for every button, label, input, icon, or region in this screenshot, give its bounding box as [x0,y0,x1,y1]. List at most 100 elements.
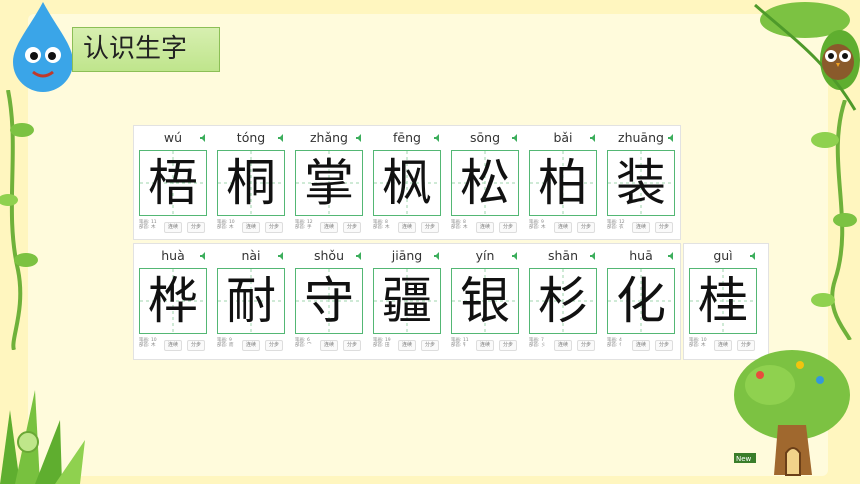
char-card[interactable]: yín 银 笔画: 11 部首: 钅 连续 分步 [446,244,524,359]
continuous-button[interactable]: 连续 [632,340,651,351]
tianzige-grid: 枫 [373,150,441,216]
step-button[interactable]: 分步 [499,340,518,351]
tianzige-grid: 柏 [529,150,597,216]
speaker-icon[interactable] [750,252,758,260]
step-button[interactable]: 分步 [265,340,284,351]
hanzi-character: 耐 [226,272,276,330]
continuous-button[interactable]: 连续 [398,222,417,233]
hanzi-character: 杉 [538,272,588,330]
continuous-button[interactable]: 连续 [476,222,495,233]
continuous-button[interactable]: 连续 [476,340,495,351]
hanzi-character: 化 [616,272,666,330]
speaker-icon[interactable] [668,252,676,260]
continuous-button[interactable]: 连续 [242,340,261,351]
tree-house-icon: New [734,350,850,476]
char-card[interactable]: bǎi 柏 笔画: 9 部首: 木 连续 分步 [524,126,602,239]
step-button[interactable]: 分步 [187,222,206,233]
char-card[interactable]: shǒu 守 笔画: 6 部首: 宀 连续 分步 [290,244,368,359]
step-button[interactable]: 分步 [265,222,284,233]
tianzige-grid: 疆 [373,268,441,334]
step-button[interactable]: 分步 [655,340,674,351]
radical: 部首: 木 [689,343,706,348]
water-drop-mascot-icon [13,2,73,92]
step-button[interactable]: 分步 [343,340,362,351]
speaker-icon[interactable] [434,252,442,260]
char-card[interactable]: huā 化 笔画: 4 部首: 亻 连续 分步 [602,244,680,359]
speaker-icon[interactable] [200,252,208,260]
character-row-2: huà 桦 笔画: 10 部首: 木 连续 分步 nài 耐 笔画: 9 部首: 而… [133,243,681,360]
continuous-button[interactable]: 连续 [242,222,261,233]
continuous-button[interactable]: 连续 [554,222,573,233]
radical: 部首: 钅 [451,343,468,348]
char-card[interactable]: sōng 松 笔画: 8 部首: 木 连续 分步 [446,126,524,239]
continuous-button[interactable]: 连续 [320,340,339,351]
hanzi-character: 柏 [538,154,588,212]
step-button[interactable]: 分步 [421,340,440,351]
radical: 部首: 木 [217,225,234,230]
hanzi-character: 桐 [226,154,276,212]
char-card[interactable]: huà 桦 笔画: 10 部首: 木 连续 分步 [134,244,212,359]
radical: 部首: 木 [139,343,156,348]
tianzige-grid: 桦 [139,268,207,334]
radical: 部首: 衣 [607,225,624,230]
step-button[interactable]: 分步 [421,222,440,233]
step-button[interactable]: 分步 [577,222,596,233]
radical: 部首: 彡 [529,343,546,348]
speaker-icon[interactable] [356,134,364,142]
speaker-icon[interactable] [356,252,364,260]
continuous-button[interactable]: 连续 [320,222,339,233]
speaker-icon[interactable] [668,134,676,142]
continuous-button[interactable]: 连续 [164,222,183,233]
step-button[interactable]: 分步 [343,222,362,233]
radical: 部首: 宀 [295,343,312,348]
step-button[interactable]: 分步 [655,222,674,233]
hanzi-character: 梧 [148,154,198,212]
tianzige-grid: 桂 [689,268,757,334]
hanzi-character: 掌 [304,154,354,212]
hanzi-character: 守 [304,272,354,330]
speaker-icon[interactable] [512,252,520,260]
char-card[interactable]: guì 桂 笔画: 10 部首: 木 连续 分步 [684,244,762,359]
char-card[interactable]: zhǎng 掌 笔画: 12 部首: 手 连续 分步 [290,126,368,239]
pinyin-label: zhǎng [309,130,348,145]
pinyin-label: zhuāng [618,130,664,145]
step-button[interactable]: 分步 [187,340,206,351]
continuous-button[interactable]: 连续 [398,340,417,351]
tianzige-grid: 梧 [139,150,207,216]
hanzi-character: 桦 [148,272,198,330]
pinyin-label: jiāng [391,248,423,263]
tianzige-grid: 杉 [529,268,597,334]
char-card[interactable]: wú 梧 笔画: 11 部首: 木 连续 分步 [134,126,212,239]
char-card[interactable]: jiāng 疆 笔画: 19 部首: 田 连续 分步 [368,244,446,359]
pinyin-label: nài [241,248,261,263]
pinyin-label: sōng [469,130,501,145]
step-button[interactable]: 分步 [499,222,518,233]
continuous-button[interactable]: 连续 [164,340,183,351]
char-card[interactable]: nài 耐 笔画: 9 部首: 而 连续 分步 [212,244,290,359]
speaker-icon[interactable] [278,134,286,142]
continuous-button[interactable]: 连续 [554,340,573,351]
tree-sign-label: New [736,455,752,463]
speaker-icon[interactable] [278,252,286,260]
speaker-icon[interactable] [590,252,598,260]
pinyin-label: shǒu [313,248,344,263]
continuous-button[interactable]: 连续 [632,222,651,233]
speaker-icon[interactable] [590,134,598,142]
hanzi-character: 松 [460,154,510,212]
character-row-1: wú 梧 笔画: 11 部首: 木 连续 分步 tóng 桐 笔画: 10 部首: … [133,125,681,240]
tianzige-grid: 耐 [217,268,285,334]
pinyin-label: wú [163,130,183,145]
speaker-icon[interactable] [200,134,208,142]
character-row-3: guì 桂 笔画: 10 部首: 木 连续 分步 [683,243,769,360]
tianzige-grid: 守 [295,268,363,334]
hanzi-character: 银 [460,272,510,330]
char-card[interactable]: zhuāng 装 笔画: 12 部首: 衣 连续 分步 [602,126,680,239]
hanzi-character: 枫 [382,154,432,212]
char-card[interactable]: fēng 枫 笔画: 8 部首: 木 连续 分步 [368,126,446,239]
char-card[interactable]: shān 杉 笔画: 7 部首: 彡 连续 分步 [524,244,602,359]
hanzi-character: 疆 [382,272,432,330]
step-button[interactable]: 分步 [577,340,596,351]
speaker-icon[interactable] [512,134,520,142]
speaker-icon[interactable] [434,134,442,142]
char-card[interactable]: tóng 桐 笔画: 10 部首: 木 连续 分步 [212,126,290,239]
